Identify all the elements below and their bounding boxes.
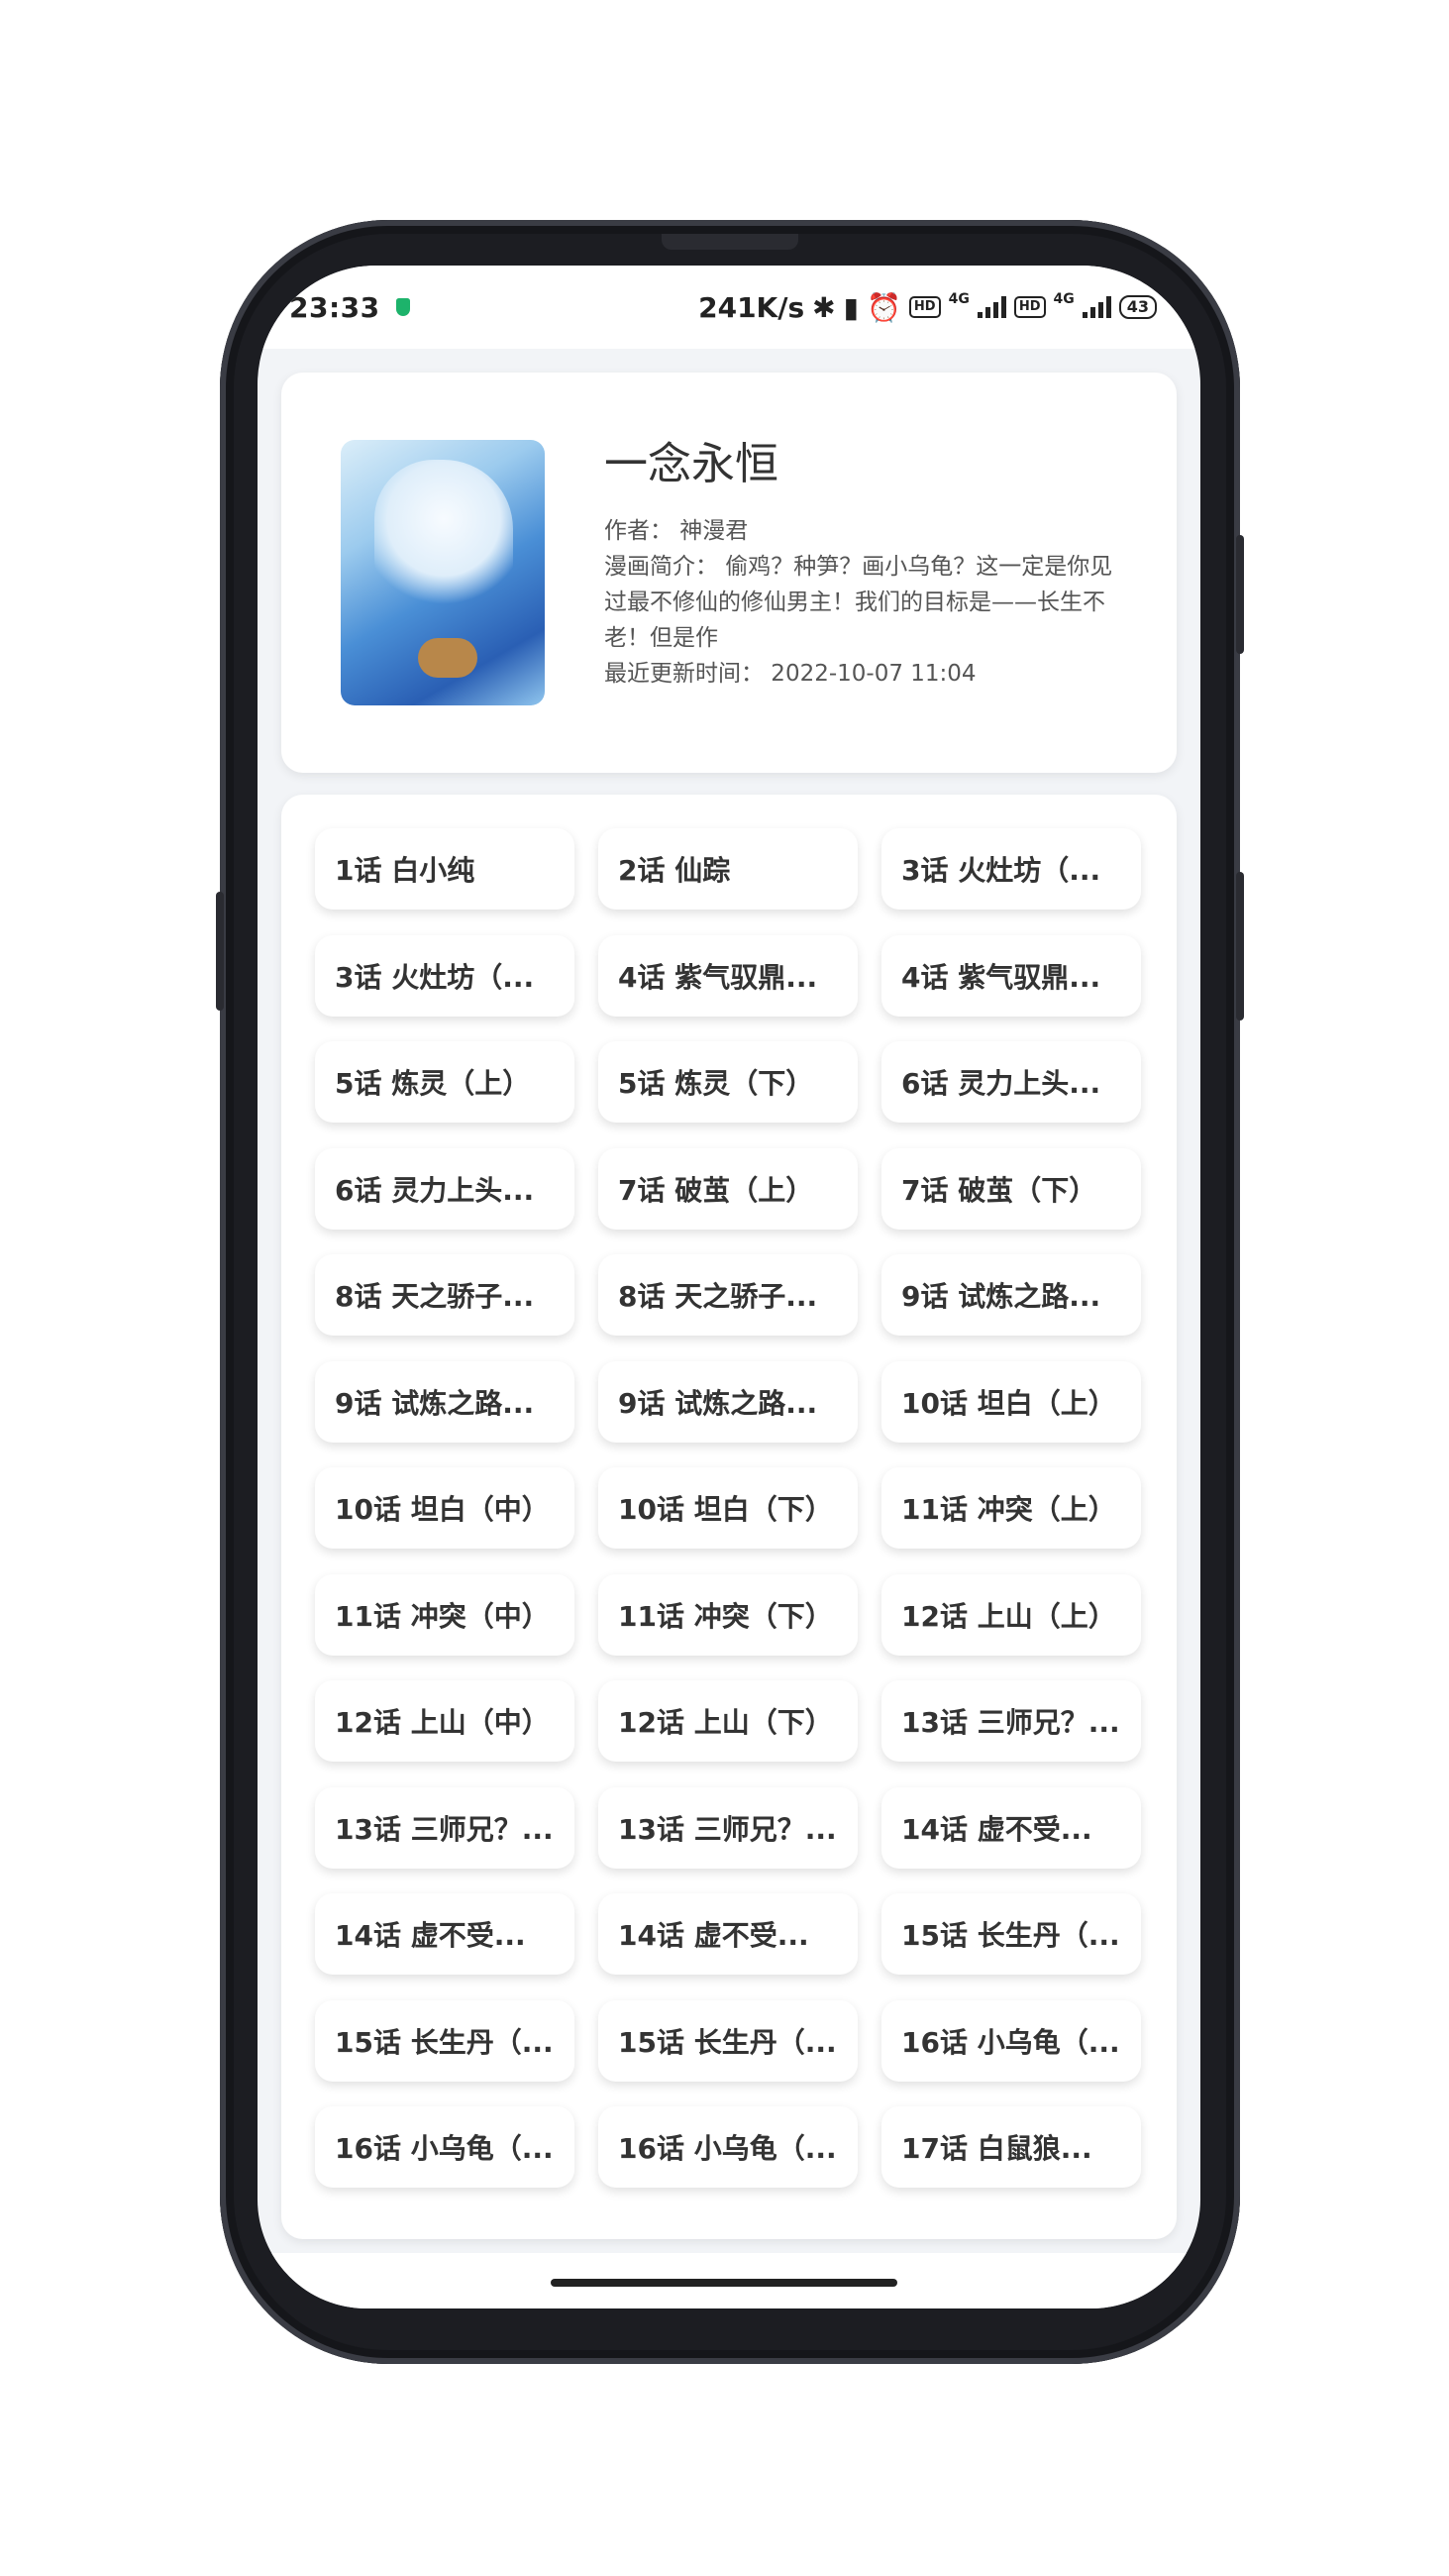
chapter-button[interactable]: 16话 小乌龟（... <box>315 2106 574 2188</box>
chapter-button[interactable]: 9话 试炼之路... <box>315 1360 574 1443</box>
chapter-button[interactable]: 13话 三师兄？... <box>598 1786 858 1869</box>
home-indicator[interactable] <box>551 2279 897 2287</box>
chapter-button[interactable]: 14话 虚不受... <box>881 1786 1141 1869</box>
cover-art <box>374 460 513 608</box>
hd-icon: HD <box>908 296 941 318</box>
chapter-button[interactable]: 6话 灵力上头... <box>881 1041 1141 1123</box>
chapter-button[interactable]: 16话 小乌龟（... <box>598 2106 858 2188</box>
comic-info-card: 一念永恒 作者： 神漫君 漫画简介： 偷鸡？种笋？画小乌龟？这一定是你见过最不修… <box>281 373 1177 773</box>
comic-title: 一念永恒 <box>604 439 778 489</box>
chapter-button[interactable]: 1话 白小纯 <box>315 828 574 910</box>
volume-button <box>1236 535 1244 654</box>
chapter-button[interactable]: 8话 天之骄子... <box>315 1254 574 1336</box>
chapter-button[interactable]: 10话 坦白（上） <box>881 1360 1141 1443</box>
chapter-button[interactable]: 13话 三师兄？... <box>881 1680 1141 1762</box>
chapter-button[interactable]: 11话 冲突（下） <box>598 1573 858 1656</box>
chapter-button[interactable]: 12话 上山（中） <box>315 1680 574 1762</box>
chapter-button[interactable]: 5话 炼灵（上） <box>315 1041 574 1123</box>
chapter-button[interactable]: 12话 上山（上） <box>881 1573 1141 1656</box>
chapter-button[interactable]: 14话 虚不受... <box>598 1893 858 1975</box>
bluetooth-icon: ✱ <box>812 290 836 324</box>
comic-summary: 漫画简介： 偷鸡？种笋？画小乌龟？这一定是你见过最不修仙的修仙男主！我们的目标是… <box>604 554 1113 651</box>
comic-updated: 最近更新时间： 2022-10-07 11:04 <box>604 661 977 687</box>
network-type-1: 4G <box>948 290 970 307</box>
chapter-button[interactable]: 3话 火灶坊（... <box>881 828 1141 910</box>
chapter-button[interactable]: 15话 长生丹（... <box>598 1999 858 2082</box>
status-time: 23:33 <box>289 290 380 324</box>
screen: 23:33 241K/s ✱ ▮ ⏰ HD 4G HD 4G 43 一念永恒 作… <box>258 266 1200 2308</box>
battery-icon: 43 <box>1118 295 1157 319</box>
status-bar: 23:33 241K/s ✱ ▮ ⏰ HD 4G HD 4G 43 <box>258 266 1200 349</box>
comic-cover-image[interactable] <box>341 440 545 705</box>
chapter-button[interactable]: 9话 试炼之路... <box>881 1254 1141 1336</box>
chapter-list: 1话 白小纯 2话 仙踪 3话 火灶坊（... 3话 火灶坊（... 4话 紫气驭鼎..… <box>281 795 1177 2239</box>
network-speed: 241K/s <box>698 290 805 324</box>
chapter-button[interactable]: 3话 火灶坊（... <box>315 934 574 1017</box>
chapter-button[interactable]: 10话 坦白（下） <box>598 1467 858 1549</box>
chapter-button[interactable]: 6话 灵力上头... <box>315 1147 574 1230</box>
cover-art-item <box>418 638 477 678</box>
chapter-button[interactable]: 14话 虚不受... <box>315 1893 574 1975</box>
chapter-button[interactable]: 9话 试炼之路... <box>598 1360 858 1443</box>
shield-icon <box>395 298 410 316</box>
chapter-button[interactable]: 17话 白鼠狼... <box>881 2106 1141 2188</box>
signal-icon-2 <box>1082 296 1111 318</box>
side-button-left <box>216 892 224 1011</box>
signal-icon <box>977 296 1006 318</box>
chapter-button[interactable]: 7话 破茧（上） <box>598 1147 858 1230</box>
earpiece <box>662 234 798 250</box>
chapter-button[interactable]: 4话 紫气驭鼎... <box>881 934 1141 1017</box>
chapter-button[interactable]: 16话 小乌龟（... <box>881 1999 1141 2082</box>
chapter-button[interactable]: 4话 紫气驭鼎... <box>598 934 858 1017</box>
hd-icon-2: HD <box>1013 296 1046 318</box>
chapter-button[interactable]: 2话 仙踪 <box>598 828 858 910</box>
chapter-button[interactable]: 7话 破茧（下） <box>881 1147 1141 1230</box>
chapter-button[interactable]: 15话 长生丹（... <box>881 1893 1141 1975</box>
status-right: 241K/s ✱ ▮ ⏰ HD 4G HD 4G 43 <box>698 291 1157 324</box>
alarm-icon: ⏰ <box>867 290 901 324</box>
chapter-button[interactable]: 11话 冲突（中） <box>315 1573 574 1656</box>
chapter-button[interactable]: 12话 上山（下） <box>598 1680 858 1762</box>
vibrate-icon: ▮ <box>843 290 860 324</box>
chapter-button[interactable]: 8话 天之骄子... <box>598 1254 858 1336</box>
chapter-button[interactable]: 11话 冲突（上） <box>881 1467 1141 1549</box>
chapter-button[interactable]: 10话 坦白（中） <box>315 1467 574 1549</box>
network-type-2: 4G <box>1053 290 1075 307</box>
chapter-button[interactable]: 15话 长生丹（... <box>315 1999 574 2082</box>
chapter-button[interactable]: 13话 三师兄？... <box>315 1786 574 1869</box>
comic-author: 作者： 神漫君 <box>604 518 749 544</box>
chapter-button[interactable]: 5话 炼灵（下） <box>598 1041 858 1123</box>
power-button <box>1236 872 1244 1020</box>
